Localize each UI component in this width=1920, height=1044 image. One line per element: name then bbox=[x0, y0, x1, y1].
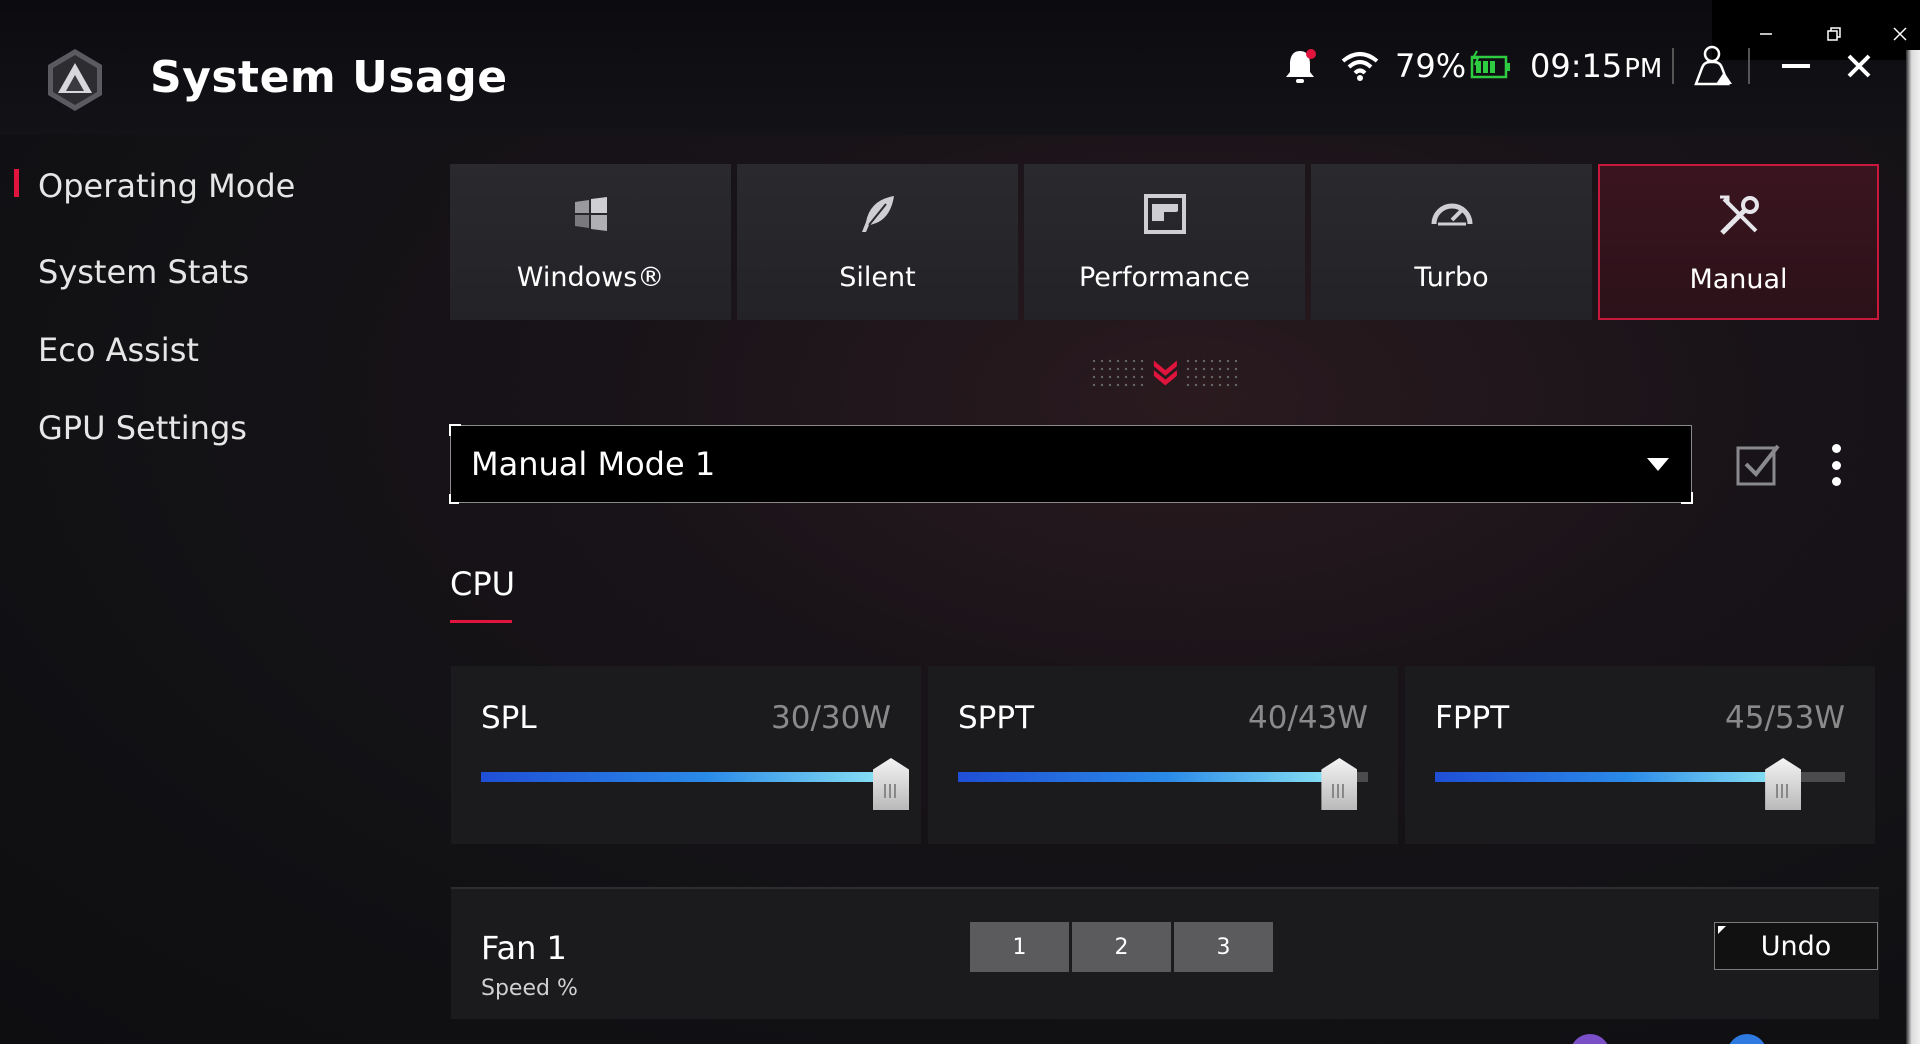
undo-label: Undo bbox=[1760, 930, 1832, 962]
mode-tile-turbo[interactable]: Turbo bbox=[1311, 164, 1592, 320]
speedometer-icon bbox=[1426, 188, 1478, 240]
wifi-status[interactable] bbox=[1340, 38, 1380, 94]
dot-pattern bbox=[1090, 357, 1146, 387]
armoury-logo-icon bbox=[40, 45, 110, 115]
power-limit-cards: SPL 30/30W SPPT 40/43W FPPT 45/53W bbox=[451, 666, 1875, 844]
sidebar-item-gpu-settings[interactable]: GPU Settings bbox=[0, 389, 400, 467]
apply-profile-button[interactable] bbox=[1734, 440, 1782, 488]
close-icon bbox=[1893, 27, 1907, 41]
bell-icon bbox=[1286, 49, 1316, 83]
power-card-title: SPL bbox=[481, 700, 537, 736]
sidebar-item-label: GPU Settings bbox=[38, 409, 247, 447]
profile-dropdown-value: Manual Mode 1 bbox=[471, 445, 716, 483]
caret-down-icon bbox=[1647, 458, 1669, 471]
notification-button[interactable] bbox=[1282, 38, 1318, 94]
sidebar-item-system-stats[interactable]: System Stats bbox=[0, 233, 400, 311]
profile-dropdown[interactable]: Manual Mode 1 bbox=[449, 424, 1693, 504]
checkbox-check-icon bbox=[1736, 444, 1780, 486]
app-title: System Usage bbox=[150, 52, 508, 103]
mode-label: Manual bbox=[1689, 264, 1788, 295]
mode-tile-performance[interactable]: Performance bbox=[1024, 164, 1305, 320]
slider-fill bbox=[1435, 772, 1784, 782]
clock-ampm: PM bbox=[1624, 54, 1663, 84]
floating-badge-purple[interactable] bbox=[1570, 1034, 1610, 1044]
power-card-value: 30/30W bbox=[771, 700, 891, 736]
status-divider bbox=[1672, 48, 1674, 84]
fan-step-selector: 1 2 3 bbox=[970, 922, 1273, 972]
battery-charging-icon bbox=[1470, 50, 1510, 79]
mode-tile-windows[interactable]: Windows® bbox=[450, 164, 731, 320]
mode-label: Windows® bbox=[516, 262, 665, 293]
floating-badge-blue[interactable] bbox=[1727, 1034, 1767, 1044]
minimize-button[interactable] bbox=[1746, 14, 1786, 54]
power-card-value: 45/53W bbox=[1725, 700, 1845, 736]
more-dot-icon bbox=[1831, 460, 1841, 470]
sidebar-item-label: System Stats bbox=[38, 253, 250, 291]
slider-thumb[interactable] bbox=[1765, 758, 1802, 810]
slider-thumb[interactable] bbox=[873, 758, 909, 810]
power-card-sppt: SPPT 40/43W bbox=[928, 666, 1398, 844]
dot-pattern bbox=[1184, 357, 1241, 387]
tools-icon bbox=[1713, 190, 1765, 242]
mode-tile-silent[interactable]: Silent bbox=[737, 164, 1018, 320]
app-close-button[interactable] bbox=[1846, 38, 1872, 94]
mode-label: Performance bbox=[1078, 262, 1251, 293]
battery-percent: 79% bbox=[1395, 47, 1467, 85]
slider-thumb[interactable] bbox=[1321, 758, 1358, 810]
fan-step-button[interactable]: 1 bbox=[970, 922, 1069, 972]
power-card-title: SPPT bbox=[958, 700, 1035, 736]
corner-accent bbox=[449, 494, 459, 504]
sidebar-item-label: Eco Assist bbox=[38, 331, 199, 369]
clock: 09:15 PM bbox=[1530, 38, 1662, 94]
sppt-slider[interactable] bbox=[958, 758, 1368, 810]
scrollbar[interactable] bbox=[1906, 50, 1920, 1044]
battery-percent-wrap: 79% bbox=[1395, 38, 1466, 94]
wifi-icon bbox=[1341, 52, 1379, 81]
fan-subtitle: Speed % bbox=[481, 976, 578, 1001]
app-minimize-button[interactable] bbox=[1782, 38, 1812, 94]
leaf-icon bbox=[852, 188, 904, 240]
more-dot-icon bbox=[1831, 444, 1841, 453]
power-card-fppt: FPPT 45/53W bbox=[1405, 666, 1875, 844]
user-icon bbox=[1694, 45, 1732, 86]
more-options-button[interactable] bbox=[1824, 440, 1848, 490]
slider-fill bbox=[481, 772, 891, 782]
restore-icon bbox=[1827, 27, 1841, 41]
double-chevron-down-icon bbox=[1153, 360, 1177, 386]
operating-mode-tiles: Windows® Silent Performance Turbo Manual bbox=[450, 164, 1879, 320]
slider-fill bbox=[958, 772, 1340, 782]
app-minimize-icon bbox=[1782, 64, 1810, 68]
undo-button[interactable]: Undo bbox=[1714, 922, 1878, 970]
mode-tile-manual[interactable]: Manual bbox=[1598, 164, 1879, 320]
mode-label: Turbo bbox=[1414, 262, 1489, 293]
power-card-title: FPPT bbox=[1435, 700, 1510, 736]
tab-cpu[interactable]: CPU bbox=[450, 565, 515, 603]
fan-step-button[interactable]: 2 bbox=[1072, 922, 1171, 972]
clock-time: 09:15 bbox=[1530, 47, 1623, 85]
tab-cpu-underline bbox=[450, 620, 512, 623]
windows-icon bbox=[565, 188, 617, 240]
more-dot-icon bbox=[1831, 477, 1841, 486]
mode-label: Silent bbox=[839, 262, 916, 293]
app-close-icon bbox=[1847, 54, 1871, 78]
spl-slider[interactable] bbox=[481, 758, 909, 810]
minimize-icon bbox=[1760, 33, 1772, 35]
battery-status[interactable] bbox=[1468, 38, 1512, 94]
expand-toggle[interactable] bbox=[1090, 352, 1241, 392]
performance-icon bbox=[1139, 188, 1191, 240]
fan-title: Fan 1 bbox=[481, 929, 567, 967]
status-divider-2 bbox=[1748, 48, 1750, 84]
sidebar: Operating Mode System Stats Eco Assist G… bbox=[0, 155, 400, 467]
user-button[interactable] bbox=[1688, 38, 1736, 94]
fan-step-button[interactable]: 3 bbox=[1174, 922, 1273, 972]
close-button[interactable] bbox=[1880, 14, 1920, 54]
sidebar-item-operating-mode[interactable]: Operating Mode bbox=[0, 155, 400, 233]
power-card-value: 40/43W bbox=[1248, 700, 1368, 736]
sidebar-item-label: Operating Mode bbox=[38, 167, 296, 205]
sidebar-item-eco-assist[interactable]: Eco Assist bbox=[0, 311, 400, 389]
power-card-spl: SPL 30/30W bbox=[451, 666, 921, 844]
fan-panel: Fan 1 Speed % 1 2 3 Undo bbox=[451, 887, 1879, 1019]
window-controls bbox=[1712, 0, 1920, 60]
fppt-slider[interactable] bbox=[1435, 758, 1845, 810]
